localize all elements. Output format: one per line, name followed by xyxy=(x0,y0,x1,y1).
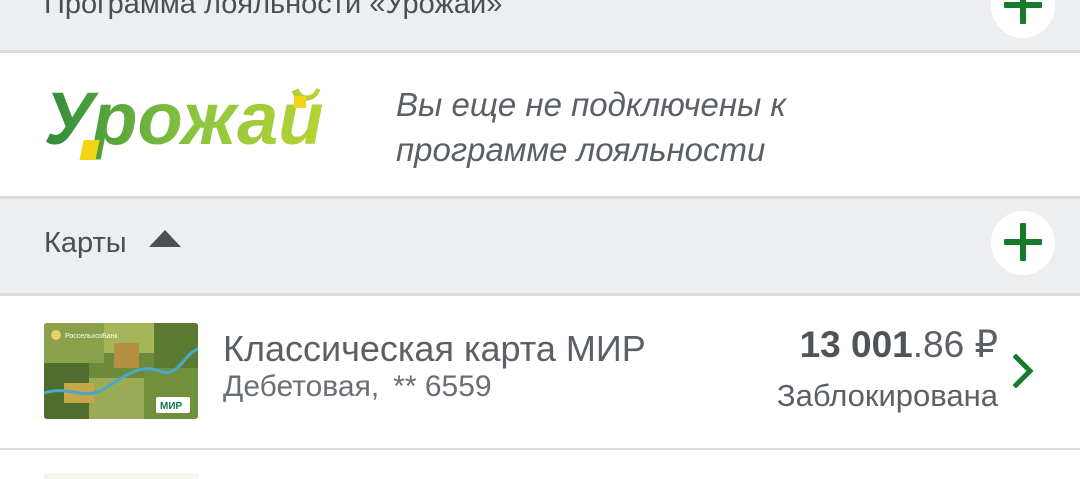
card-thumb-bank-label: РоссельхозБанк xyxy=(65,333,118,340)
card-number: ** 6559 xyxy=(393,370,492,403)
divider xyxy=(0,448,1080,450)
divider xyxy=(0,293,1080,296)
loyalty-section-header: Программа лояльности «Урожай» xyxy=(0,0,1080,50)
loyalty-message-line1: Вы еще не подключены к xyxy=(396,86,787,123)
divider xyxy=(0,50,1080,53)
card-type: Дебетовая, ** 6559 xyxy=(223,370,492,404)
add-loyalty-button[interactable] xyxy=(991,0,1055,38)
card-thumbnail: РоссельхозБанк МИР xyxy=(44,323,198,419)
add-card-button[interactable] xyxy=(991,211,1055,275)
cards-section-title[interactable]: Карты xyxy=(44,227,181,260)
next-card-thumbnail[interactable] xyxy=(44,473,198,479)
loyalty-section-title: Программа лояльности «Урожай» xyxy=(44,0,503,20)
card-status: Заблокирована xyxy=(776,378,998,413)
urozhay-logo: Урожай xyxy=(44,82,323,160)
cards-section-title-text: Карты xyxy=(44,227,127,259)
card-type-label: Дебетовая, xyxy=(223,370,380,403)
cards-section-header[interactable]: Карты xyxy=(0,199,1080,293)
card-balance-whole: 13 001 xyxy=(799,324,913,365)
card-balance: 13 001.86 ₽ xyxy=(800,323,998,366)
card-currency: ₽ xyxy=(974,324,998,365)
card-thumb-system-label: МИР xyxy=(160,401,183,412)
loyalty-message-line2: программе лояльности xyxy=(396,131,766,168)
chevron-right-icon[interactable] xyxy=(1013,354,1035,388)
loyalty-message: Вы еще не подключены к программе лояльно… xyxy=(396,82,956,172)
card-balance-fraction: .86 xyxy=(912,324,965,365)
caret-up-icon[interactable] xyxy=(148,230,181,247)
card-name: Классическая карта МИР xyxy=(223,328,646,369)
